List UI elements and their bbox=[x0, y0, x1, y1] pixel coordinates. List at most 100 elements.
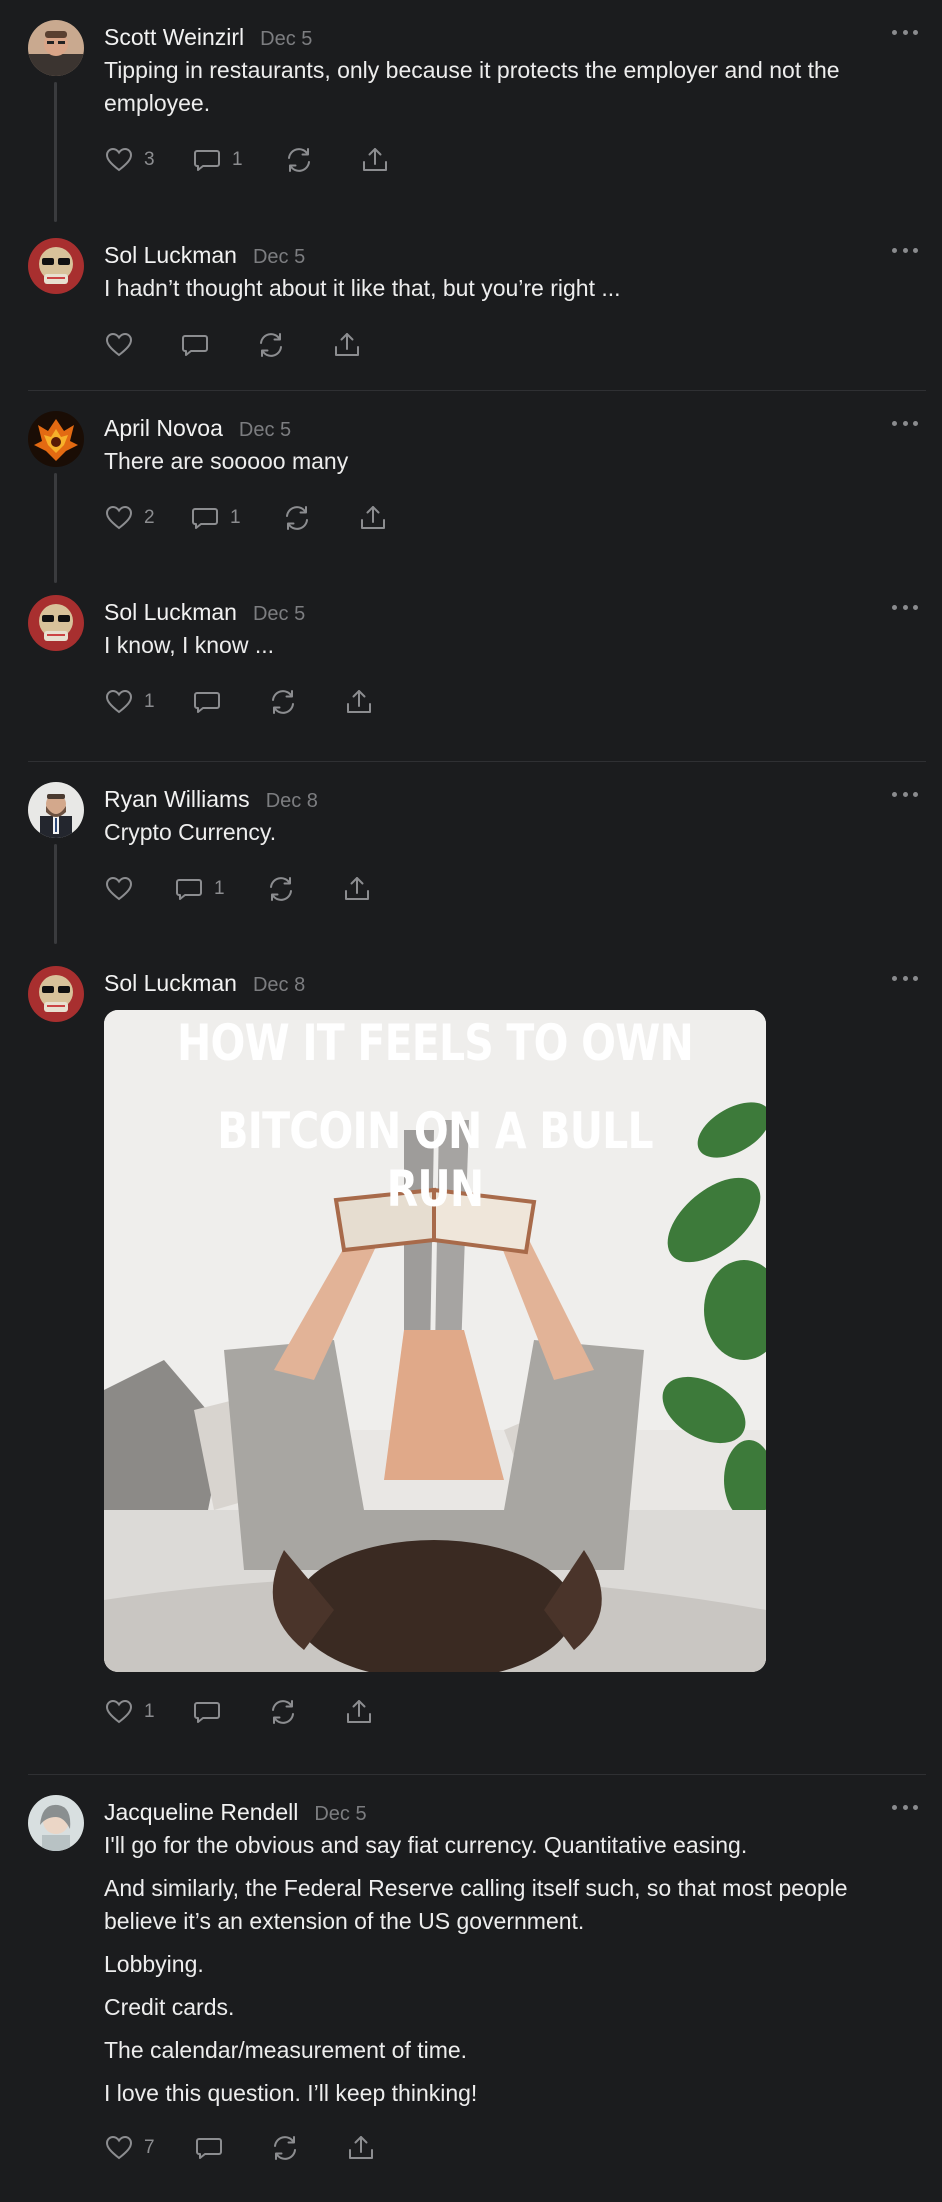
restack-button[interactable] bbox=[268, 1697, 344, 1727]
restack-button[interactable] bbox=[266, 874, 342, 904]
reply-button[interactable] bbox=[192, 687, 268, 717]
author-name[interactable]: April Novoa bbox=[104, 415, 223, 442]
meme-caption-line1: HOW IT FEELS TO OWN bbox=[176, 1014, 694, 1072]
share-icon bbox=[342, 874, 372, 904]
author-name[interactable]: Scott Weinzirl bbox=[104, 24, 244, 51]
comment-icon bbox=[180, 330, 210, 360]
avatar[interactable] bbox=[28, 1795, 84, 1851]
comment: Jacqueline Rendell Dec 5 I'll go for the… bbox=[0, 1775, 942, 2174]
comment-actions: 1 bbox=[104, 676, 916, 728]
comment-text: Crypto Currency. bbox=[104, 819, 277, 845]
reply-count: 1 bbox=[230, 507, 241, 528]
restack-icon bbox=[284, 145, 314, 175]
comment-text: Lobbying. bbox=[104, 1951, 204, 1977]
avatar[interactable] bbox=[28, 966, 84, 1022]
comment: Sol Luckman Dec 5 I know, I know ... 1 bbox=[0, 575, 942, 751]
comment-text: Credit cards. bbox=[104, 1994, 235, 2020]
more-icon[interactable] bbox=[892, 786, 918, 802]
like-button[interactable]: 3 bbox=[104, 145, 192, 175]
more-icon[interactable] bbox=[892, 242, 918, 258]
share-icon bbox=[332, 330, 362, 360]
share-button[interactable] bbox=[332, 330, 362, 360]
comment: Scott Weinzirl Dec 5 Tipping in restaura… bbox=[0, 0, 942, 218]
like-count: 2 bbox=[144, 507, 155, 528]
like-count: 1 bbox=[144, 1701, 155, 1722]
comment-text: There are sooooo many bbox=[104, 448, 349, 474]
heart-icon bbox=[104, 330, 134, 360]
author-name[interactable]: Sol Luckman bbox=[104, 970, 237, 997]
share-button[interactable] bbox=[344, 1697, 374, 1727]
comment-actions: 2 1 bbox=[104, 492, 916, 544]
comments-feed: Scott Weinzirl Dec 5 Tipping in restaura… bbox=[0, 0, 942, 2202]
heart-icon bbox=[104, 874, 134, 904]
reply-button[interactable] bbox=[194, 2133, 270, 2163]
author-name[interactable]: Sol Luckman bbox=[104, 242, 237, 269]
share-button[interactable] bbox=[344, 687, 374, 717]
author-name[interactable]: Jacqueline Rendell bbox=[104, 1799, 298, 1826]
meme-image[interactable]: HOW IT FEELS TO OWN BITCOIN ON A BULL RU… bbox=[104, 1010, 766, 1672]
comment-text: The calendar/measurement of time. bbox=[104, 2037, 468, 2063]
comment-text: I know, I know ... bbox=[104, 632, 275, 658]
share-button[interactable] bbox=[346, 2133, 376, 2163]
reply-button[interactable] bbox=[192, 1697, 268, 1727]
like-button[interactable]: 2 bbox=[104, 503, 190, 533]
like-button[interactable]: 7 bbox=[104, 2133, 194, 2163]
restack-button[interactable] bbox=[270, 2133, 346, 2163]
like-button[interactable] bbox=[104, 330, 180, 360]
like-count: 7 bbox=[144, 2137, 155, 2158]
comment-body: I'll go for the obvious and say fiat cur… bbox=[104, 1829, 916, 2110]
comment-icon bbox=[194, 2133, 224, 2163]
avatar[interactable] bbox=[28, 20, 84, 76]
comment-body: Tipping in restaurants, only because it … bbox=[104, 54, 916, 120]
avatar[interactable] bbox=[28, 782, 84, 838]
comment-icon bbox=[192, 145, 222, 175]
comment-date: Dec 5 bbox=[260, 28, 313, 50]
comment-actions bbox=[104, 319, 916, 371]
reply-button[interactable] bbox=[180, 330, 256, 360]
more-icon[interactable] bbox=[892, 24, 918, 40]
more-icon[interactable] bbox=[892, 970, 918, 986]
comment-date: Dec 5 bbox=[314, 1803, 367, 1825]
more-icon[interactable] bbox=[892, 1799, 918, 1815]
avatar[interactable] bbox=[28, 595, 84, 651]
comment-date: Dec 8 bbox=[252, 974, 306, 996]
author-name[interactable]: Sol Luckman bbox=[104, 599, 237, 626]
restack-icon bbox=[282, 503, 312, 533]
restack-button[interactable] bbox=[256, 330, 332, 360]
share-button[interactable] bbox=[358, 503, 388, 533]
comment-actions: 3 1 bbox=[104, 134, 916, 186]
share-icon bbox=[346, 2133, 376, 2163]
comment: Sol Luckman Dec 5 I hadn’t thought about… bbox=[0, 218, 942, 390]
like-button[interactable]: 1 bbox=[104, 1697, 192, 1727]
restack-button[interactable] bbox=[284, 145, 360, 175]
heart-icon bbox=[104, 1697, 134, 1727]
like-button[interactable]: 1 bbox=[104, 687, 192, 717]
share-icon bbox=[344, 1697, 374, 1727]
comment-body: Crypto Currency. bbox=[104, 816, 916, 849]
restack-button[interactable] bbox=[268, 687, 344, 717]
reply-button[interactable]: 1 bbox=[190, 503, 282, 533]
comment-thread: Ryan Williams Dec 8 Crypto Currency. 1 S… bbox=[0, 762, 942, 1774]
meme-caption-line2: BITCOIN ON A BULL RUN bbox=[217, 1102, 653, 1218]
author-name[interactable]: Ryan Williams bbox=[104, 786, 250, 813]
restack-button[interactable] bbox=[282, 503, 358, 533]
comment-date: Dec 5 bbox=[252, 603, 306, 625]
more-icon[interactable] bbox=[892, 599, 918, 615]
restack-icon bbox=[268, 1697, 298, 1727]
restack-icon bbox=[268, 687, 298, 717]
like-button[interactable] bbox=[104, 874, 174, 904]
more-icon[interactable] bbox=[892, 415, 918, 431]
reply-count: 1 bbox=[214, 878, 225, 899]
reply-button[interactable]: 1 bbox=[192, 145, 284, 175]
share-icon bbox=[344, 687, 374, 717]
share-button[interactable] bbox=[342, 874, 372, 904]
reply-button[interactable]: 1 bbox=[174, 874, 266, 904]
share-button[interactable] bbox=[360, 145, 390, 175]
comment-icon bbox=[192, 1697, 222, 1727]
comment-body: I know, I know ... bbox=[104, 629, 916, 662]
avatar[interactable] bbox=[28, 238, 84, 294]
avatar[interactable] bbox=[28, 411, 84, 467]
restack-icon bbox=[256, 330, 286, 360]
comment-actions: 1 bbox=[104, 863, 916, 915]
comment-actions: 7 bbox=[104, 2122, 916, 2174]
